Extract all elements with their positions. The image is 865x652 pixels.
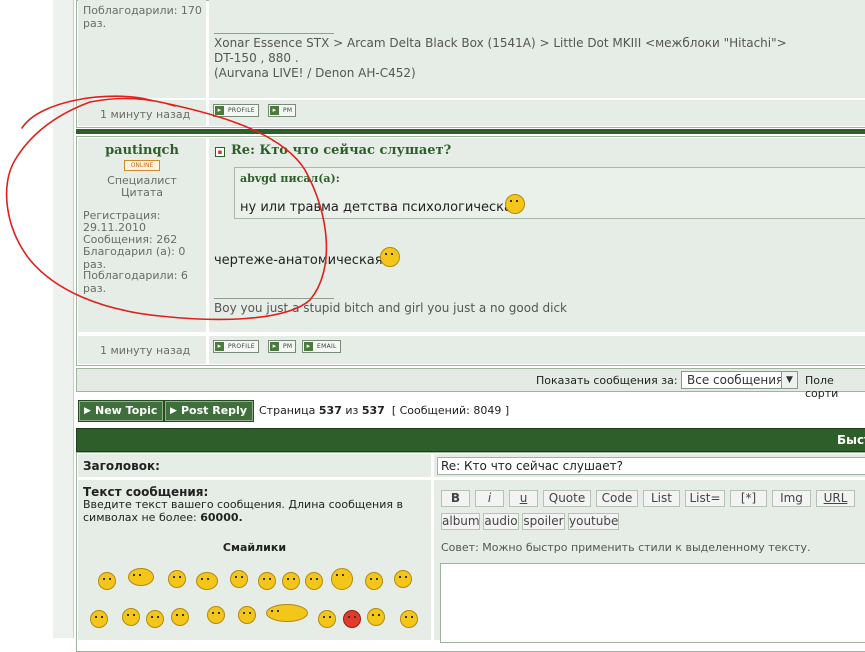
red-annotation-scribble [5, 95, 328, 321]
annotation-stroke [5, 95, 328, 321]
